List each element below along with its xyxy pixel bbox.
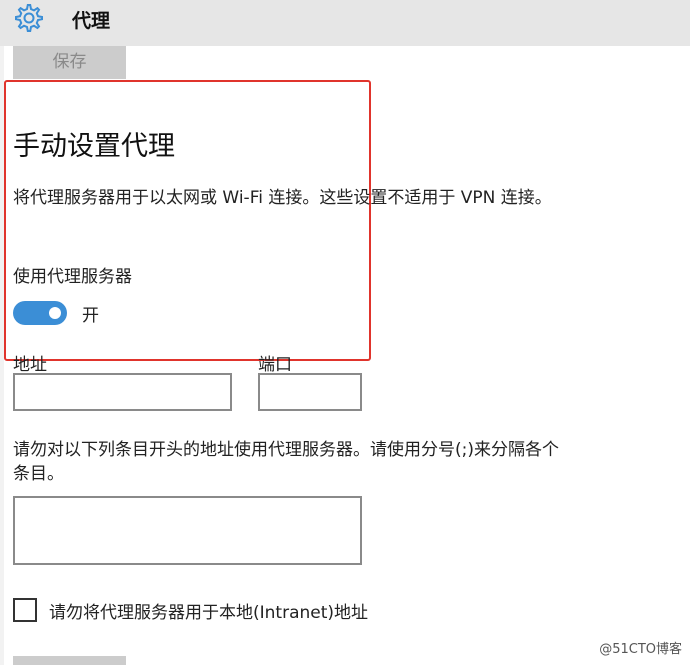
title-bar: 代理: [0, 0, 690, 46]
port-label: 端口: [258, 355, 292, 375]
address-input[interactable]: [13, 373, 232, 411]
local-bypass-label: 请勿将代理服务器用于本地(Intranet)地址: [49, 603, 369, 623]
page-title: 代理: [72, 10, 111, 32]
watermark: @51CTO博客: [599, 642, 682, 657]
toggle-knob: [49, 307, 61, 319]
exceptions-description: 请勿对以下列条目开头的地址使用代理服务器。请使用分号(;)来分隔各个条目。: [13, 440, 559, 484]
use-proxy-toggle[interactable]: [13, 301, 67, 325]
address-label: 地址: [13, 355, 47, 375]
exceptions-textarea[interactable]: [13, 496, 362, 565]
section-heading: 手动设置代理: [13, 131, 175, 162]
use-proxy-label: 使用代理服务器: [13, 267, 132, 287]
toggle-state-label: 开: [82, 306, 99, 326]
local-bypass-checkbox[interactable]: [13, 598, 37, 622]
gear-icon[interactable]: [12, 2, 44, 34]
save-button[interactable]: 保存: [13, 46, 126, 79]
section-description: 将代理服务器用于以太网或 Wi-Fi 连接。这些设置不适用于 VPN 连接。: [13, 188, 552, 208]
port-input[interactable]: [258, 373, 362, 411]
bottom-button[interactable]: [13, 656, 126, 665]
